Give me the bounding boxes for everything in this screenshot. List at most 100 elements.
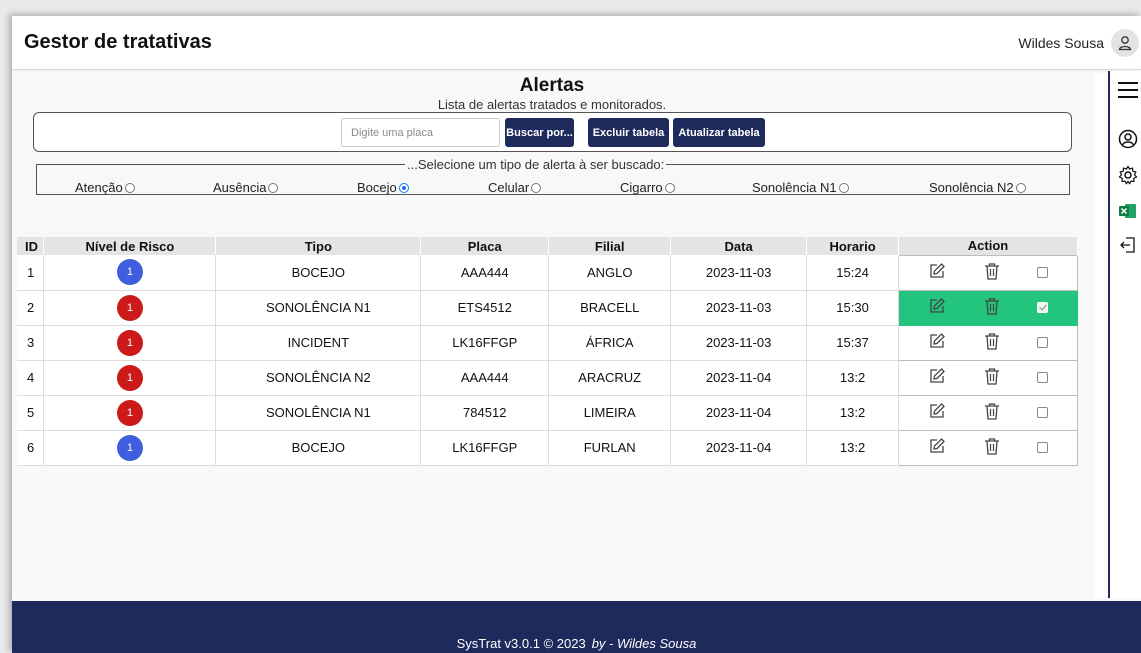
row-checkbox[interactable] <box>1037 407 1049 418</box>
plate-search-input[interactable] <box>341 118 500 147</box>
cell-id: 6 <box>17 430 45 466</box>
trash-icon[interactable] <box>984 297 1000 318</box>
radio-button[interactable] <box>531 182 542 193</box>
alerts-table: ID Nível de Risco Tipo Placa Filial Data… <box>17 237 1078 466</box>
cell-action <box>898 394 1078 431</box>
column-header-risk[interactable]: Nível de Risco <box>43 237 217 255</box>
trash-icon[interactable] <box>984 402 1000 423</box>
trash-icon[interactable] <box>984 262 1000 283</box>
delete-table-button[interactable]: Excluir tabela <box>588 118 669 147</box>
column-header-filial[interactable]: Filial <box>548 237 672 255</box>
radio-button[interactable] <box>268 182 279 193</box>
edit-icon[interactable] <box>928 332 946 353</box>
cell-horario: 13:2 <box>806 360 900 396</box>
cell-risk: 1 <box>43 325 217 361</box>
cell-action <box>898 359 1078 396</box>
table-row[interactable]: 5 1 SONOLÊNCIA N1 784512 LIMEIRA 2023-11-04 13… <box>17 394 1078 431</box>
cell-placa: ETS4512 <box>420 290 550 326</box>
cell-horario: 15:30 <box>806 290 900 326</box>
column-header-data[interactable]: Data <box>670 237 808 255</box>
refresh-table-button[interactable]: Atualizar tabela <box>673 118 765 147</box>
user-circle-icon[interactable] <box>1117 128 1139 150</box>
page-subtitle: Lista de alertas tratados e monitorados. <box>437 97 667 112</box>
radio-button-selected[interactable] <box>398 182 409 193</box>
search-button[interactable]: Buscar por... <box>505 118 574 147</box>
radio-sonolencia-n1[interactable]: Sonolência N1 <box>752 180 849 195</box>
footer-version: SysTrat v3.0.1 © 2023 <box>456 636 586 651</box>
cell-data: 2023-11-04 <box>670 360 808 396</box>
trash-icon[interactable] <box>984 332 1000 353</box>
table-row[interactable]: 3 1 INCIDENT LK16FFGP ÁFRICA 2023-11-03 15:37 <box>17 324 1078 361</box>
cell-placa: AAA444 <box>420 360 550 396</box>
radio-button[interactable] <box>664 182 675 193</box>
alert-type-selector: ...Selecione um tipo de alerta à ser bus… <box>36 157 1070 195</box>
column-header-horario[interactable]: Horario <box>806 237 900 255</box>
cell-id: 4 <box>17 360 45 396</box>
top-bar: Gestor de tratativas Wildes Sousa <box>12 16 1141 70</box>
app-window: Gestor de tratativas Wildes Sousa Alerta… <box>12 16 1141 653</box>
cell-tipo: BOCEJO <box>215 255 422 291</box>
edit-icon[interactable] <box>928 262 946 283</box>
radio-cigarro[interactable]: Cigarro <box>620 180 675 195</box>
edit-icon[interactable] <box>928 402 946 423</box>
radio-button[interactable] <box>838 182 849 193</box>
table-row[interactable]: 2 1 SONOLÊNCIA N1 ETS4512 BRACELL 2023-11-03 1… <box>17 289 1078 326</box>
risk-badge: 1 <box>116 364 143 391</box>
radio-button[interactable] <box>1015 182 1026 193</box>
logout-icon[interactable] <box>1117 234 1139 256</box>
app-title: Gestor de tratativas <box>24 31 212 53</box>
main-content: Alertas Lista de alertas tratados e moni… <box>12 71 1095 598</box>
radio-button[interactable] <box>124 182 135 193</box>
cell-filial: BRACELL <box>548 290 672 326</box>
row-checkbox[interactable] <box>1037 442 1049 453</box>
cell-action <box>898 429 1078 466</box>
edit-icon[interactable] <box>928 437 946 458</box>
cell-tipo: INCIDENT <box>215 325 422 361</box>
cell-data: 2023-11-04 <box>670 395 808 431</box>
cell-id: 1 <box>17 255 45 291</box>
cell-action <box>898 289 1078 326</box>
radio-ausencia[interactable]: Ausência <box>213 180 279 195</box>
footer-author: by - Wildes Sousa <box>591 636 697 651</box>
cell-data: 2023-11-03 <box>670 290 808 326</box>
cell-horario: 15:37 <box>806 325 900 361</box>
cell-id: 2 <box>17 290 45 326</box>
cell-data: 2023-11-03 <box>670 255 808 291</box>
row-checkbox[interactable] <box>1037 372 1049 383</box>
cell-tipo: SONOLÊNCIA N1 <box>215 290 422 326</box>
column-header-id[interactable]: ID <box>17 237 45 255</box>
cell-id: 3 <box>17 325 45 361</box>
cell-action <box>898 324 1078 361</box>
table-row[interactable]: 1 1 BOCEJO AAA444 ANGLO 2023-11-03 15:24 <box>17 254 1078 291</box>
excel-icon[interactable] <box>1117 200 1139 222</box>
cell-data: 2023-11-03 <box>670 325 808 361</box>
radio-sonolencia-n2[interactable]: Sonolência N2 <box>929 180 1026 195</box>
trash-icon[interactable] <box>984 367 1000 388</box>
cell-placa: LK16FFGP <box>420 325 550 361</box>
cell-risk: 1 <box>43 255 217 291</box>
page-title: Alertas <box>519 75 585 96</box>
risk-badge: 1 <box>116 399 143 426</box>
row-checkbox[interactable] <box>1037 267 1049 278</box>
cell-action <box>898 254 1078 291</box>
edit-icon[interactable] <box>928 367 946 388</box>
table-row[interactable]: 4 1 SONOLÊNCIA N2 AAA444 ARACRUZ 2023-11-04 13… <box>17 359 1078 396</box>
column-header-tipo[interactable]: Tipo <box>215 237 422 255</box>
menu-icon[interactable] <box>1117 79 1139 101</box>
radio-atencao[interactable]: Atenção <box>75 180 135 195</box>
edit-icon[interactable] <box>928 297 946 318</box>
user-name[interactable]: Wildes Sousa <box>1018 35 1104 51</box>
table-header-row: ID Nível de Risco Tipo Placa Filial Data… <box>17 237 1078 255</box>
cell-filial: ARACRUZ <box>548 360 672 396</box>
radio-celular[interactable]: Celular <box>488 180 542 195</box>
gear-icon[interactable] <box>1117 164 1139 186</box>
table-row[interactable]: 6 1 BOCEJO LK16FFGP FURLAN 2023-11-04 13:2 <box>17 429 1078 466</box>
cell-horario: 13:2 <box>806 430 900 466</box>
radio-bocejo[interactable]: Bocejo <box>357 180 409 195</box>
column-header-placa[interactable]: Placa <box>420 237 550 255</box>
avatar[interactable] <box>1111 29 1139 57</box>
row-checkbox[interactable] <box>1037 302 1049 313</box>
trash-icon[interactable] <box>984 437 1000 458</box>
cell-horario: 13:2 <box>806 395 900 431</box>
row-checkbox[interactable] <box>1037 337 1049 348</box>
